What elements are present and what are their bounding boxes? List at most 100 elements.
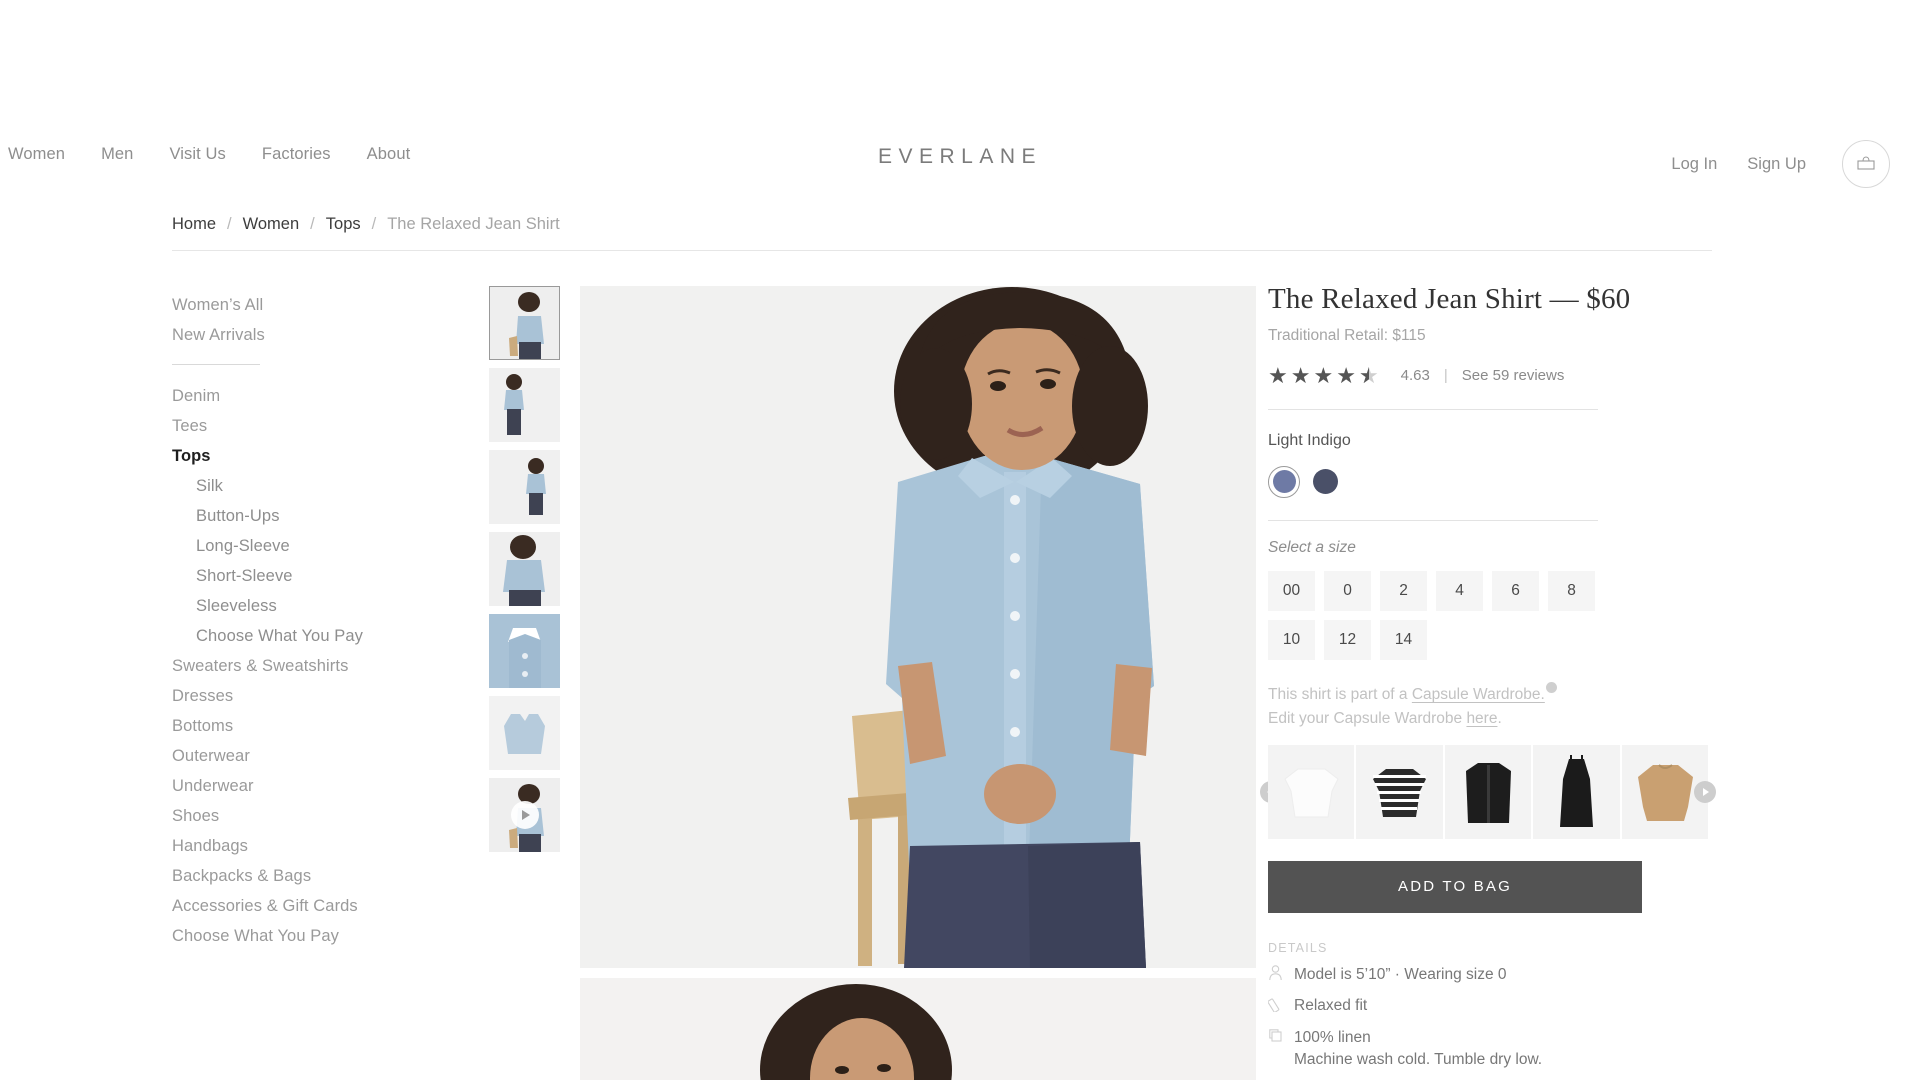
- model-photo-secondary: [580, 978, 1256, 1080]
- see-reviews-link[interactable]: See 59 reviews: [1462, 367, 1565, 384]
- gallery-thumbnail[interactable]: [489, 614, 560, 688]
- star-icon: ★: [1313, 362, 1334, 388]
- size-option-12[interactable]: 12: [1324, 619, 1371, 660]
- sidebar-item-sweaters-sweatshirts[interactable]: Sweaters & Sweatshirts: [172, 651, 432, 681]
- star-icon: ★: [1290, 362, 1311, 388]
- shopping-bag-button[interactable]: [1842, 140, 1890, 188]
- sidebar-item-sleeveless[interactable]: Sleeveless: [172, 591, 432, 621]
- capsule-line1-text: This shirt is part of a: [1268, 685, 1412, 703]
- collar-detail-thumb: [489, 614, 560, 688]
- traditional-retail-price: Traditional Retail: $115: [1268, 326, 1426, 344]
- login-link[interactable]: Log In: [1671, 155, 1717, 174]
- chevron-right-icon: [1703, 787, 1709, 796]
- sidebar-item-denim[interactable]: Denim: [172, 381, 432, 411]
- related-products-carousel: [1260, 744, 1716, 839]
- detail-row-fit: Relaxed fit: [1267, 995, 1648, 1017]
- sidebar-item-silk[interactable]: Silk: [172, 471, 432, 501]
- sidebar-item-long-sleeve[interactable]: Long-Sleeve: [172, 531, 432, 561]
- capsule-line2-period: .: [1497, 709, 1502, 727]
- breadcrumb-separator: /: [310, 215, 315, 233]
- model-photo: [580, 286, 1256, 968]
- ruler-icon: [1267, 995, 1294, 1017]
- size-option-4[interactable]: 4: [1436, 570, 1483, 611]
- capsule-line2-text: Edit your Capsule Wardrobe: [1268, 709, 1467, 727]
- sidebar-item-accessories-gift-cards[interactable]: Accessories & Gift Cards: [172, 891, 432, 921]
- sidebar-item-womens-all[interactable]: Women’s All: [172, 290, 432, 320]
- sidebar-item-new-arrivals[interactable]: New Arrivals: [172, 320, 432, 350]
- add-to-bag-button[interactable]: ADD TO BAG: [1268, 860, 1642, 913]
- product-info-panel: The Relaxed Jean Shirt — $60 Traditional…: [1260, 282, 1716, 1080]
- fabric-icon: [1268, 1027, 1294, 1049]
- sidebar-item-dresses[interactable]: Dresses: [172, 681, 432, 711]
- gallery-thumbnail[interactable]: [489, 532, 560, 606]
- capsule-wardrobe-note: This shirt is part of a Capsule Wardrobe…: [1268, 681, 1648, 731]
- size-option-2[interactable]: 2: [1380, 570, 1427, 611]
- product-page: Women Men Visit Us Factories About EVERL…: [0, 0, 1920, 1080]
- color-swatch-light-indigo[interactable]: [1268, 465, 1300, 498]
- carousel-item[interactable]: [1444, 744, 1532, 839]
- gallery-thumbnail[interactable]: [489, 696, 560, 770]
- sidebar-item-shoes[interactable]: Shoes: [172, 801, 432, 831]
- size-option-14[interactable]: 14: [1380, 619, 1427, 660]
- gallery-thumbnail-strip: [489, 286, 561, 860]
- color-swatch-dark-indigo[interactable]: [1309, 466, 1341, 498]
- breadcrumb: Home / Women / Tops / The Relaxed Jean S…: [172, 215, 560, 234]
- color-swatch-group: [1268, 465, 1648, 498]
- gallery-thumbnail[interactable]: [489, 286, 560, 360]
- size-option-00[interactable]: 00: [1268, 570, 1315, 611]
- info-badge-icon[interactable]: [1545, 681, 1557, 693]
- sidebar-item-tops[interactable]: Tops: [172, 441, 432, 471]
- shopping-bag-icon: [1857, 156, 1875, 170]
- capsule-wardrobe-link[interactable]: Capsule Wardrobe.: [1412, 686, 1545, 703]
- sidebar-divider: [172, 364, 260, 365]
- size-option-8[interactable]: 8: [1548, 570, 1595, 611]
- star-rating: ★ ★ ★ ★ ★: [1268, 362, 1379, 388]
- sidebar-item-bottoms[interactable]: Bottoms: [172, 711, 432, 741]
- breadcrumb-current: The Relaxed Jean Shirt: [387, 215, 560, 233]
- sidebar-item-tees[interactable]: Tees: [172, 411, 432, 441]
- breadcrumb-tops[interactable]: Tops: [326, 215, 361, 234]
- carousel-item[interactable]: [1356, 744, 1443, 839]
- detail-row-model: Model is 5’10” · Wearing size 0: [1268, 964, 1648, 986]
- detail-fabric-text: 100% linen: [1294, 1028, 1371, 1046]
- model-standing-full-thumb: [489, 368, 560, 442]
- site-header: Women Men Visit Us Factories About EVERL…: [0, 0, 1920, 200]
- signup-link[interactable]: Sign Up: [1747, 155, 1806, 174]
- breadcrumb-home[interactable]: Home: [172, 215, 216, 234]
- gallery-thumbnail-video[interactable]: [489, 778, 560, 852]
- sidebar-item-button-ups[interactable]: Button-Ups: [172, 501, 432, 531]
- sidebar-item-short-sleeve[interactable]: Short-Sleeve: [172, 561, 432, 591]
- size-option-6[interactable]: 6: [1492, 570, 1539, 611]
- person-icon: [1268, 964, 1294, 986]
- star-icon: ★: [1268, 362, 1288, 388]
- edit-capsule-here-link[interactable]: here: [1466, 710, 1497, 727]
- breadcrumb-women[interactable]: Women: [243, 215, 300, 234]
- carousel-item[interactable]: [1268, 744, 1355, 839]
- gallery-thumbnail[interactable]: [489, 368, 560, 442]
- swatch-fill: [1312, 469, 1338, 495]
- star-icon: ★: [1336, 362, 1356, 388]
- size-option-10[interactable]: 10: [1268, 619, 1315, 660]
- sidebar-item-choose-what-you-pay[interactable]: Choose What You Pay: [172, 921, 432, 951]
- model-seated-front-thumb: [489, 286, 560, 360]
- sidebar-item-choose-what-you-pay-tops[interactable]: Choose What You Pay: [172, 621, 432, 651]
- product-hero-image[interactable]: [580, 286, 1256, 968]
- everlane-logo[interactable]: EVERLANE: [0, 145, 1920, 169]
- size-option-0[interactable]: 0: [1324, 570, 1371, 611]
- sidebar-item-handbags[interactable]: Handbags: [172, 831, 432, 861]
- black-slip-dress-thumb: [1533, 744, 1620, 839]
- account-navigation: Log In Sign Up: [1671, 140, 1890, 188]
- page-title: The Relaxed Jean Shirt — $60: [1268, 283, 1631, 315]
- model-closeup-thumb: [489, 532, 560, 606]
- sidebar-item-backpacks-bags[interactable]: Backpacks & Bags: [172, 861, 432, 891]
- play-icon[interactable]: [510, 801, 539, 829]
- sidebar-item-underwear[interactable]: Underwear: [172, 771, 432, 801]
- carousel-next-button[interactable]: [1694, 780, 1716, 803]
- product-secondary-image[interactable]: [580, 978, 1256, 1080]
- sidebar-item-outerwear[interactable]: Outerwear: [172, 741, 432, 771]
- flat-lay-shirt-thumb: [489, 696, 560, 770]
- gallery-thumbnail[interactable]: [489, 450, 560, 524]
- carousel-item[interactable]: [1533, 744, 1620, 839]
- category-sidebar: Women’s All New Arrivals Denim Tees Tops…: [172, 290, 432, 951]
- rating-divider: |: [1443, 367, 1448, 385]
